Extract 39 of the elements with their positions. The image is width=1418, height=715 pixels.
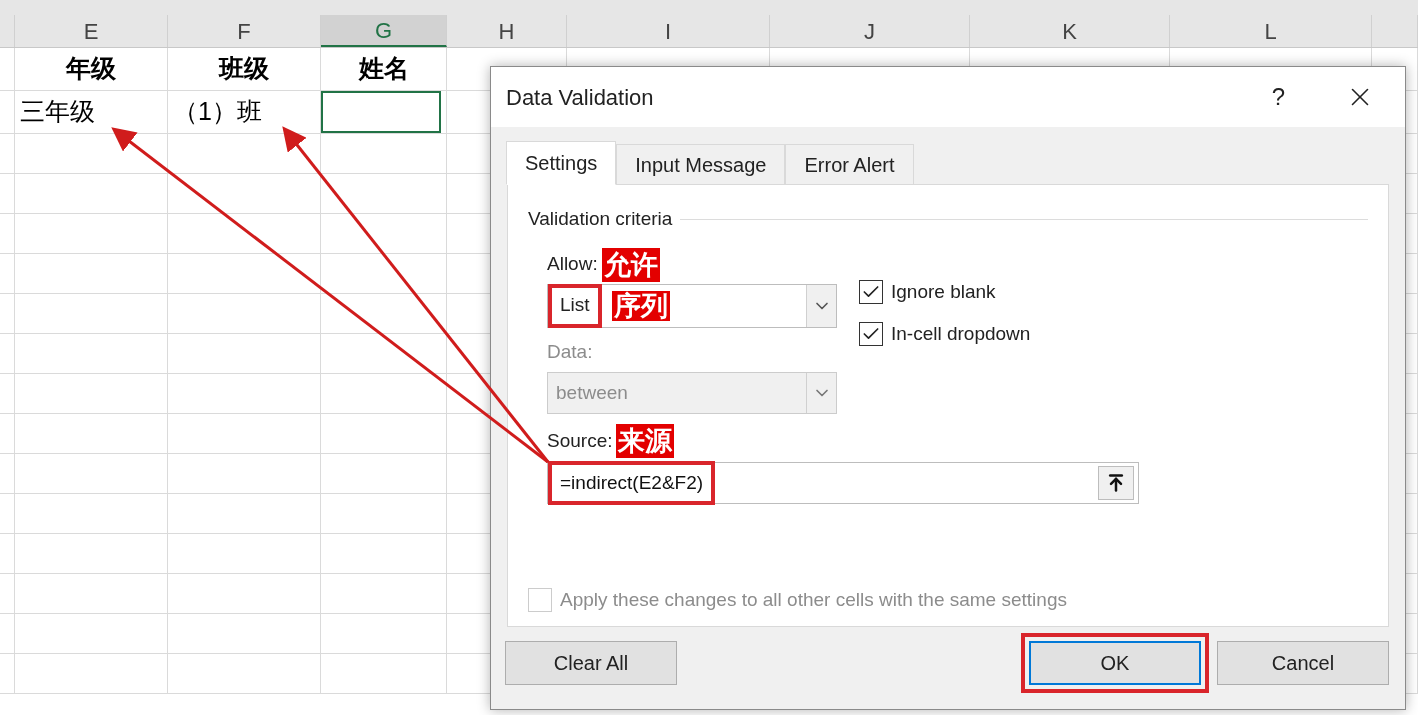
annotation-label: 允许 (601, 247, 660, 282)
tab[interactable]: Settings (506, 141, 617, 185)
tab[interactable]: Input Message (616, 144, 786, 184)
active-cell[interactable] (321, 91, 441, 133)
column-header[interactable]: K (1062, 14, 1077, 48)
column-header[interactable]: G (374, 13, 393, 47)
dialog-button[interactable]: Cancel (1217, 641, 1389, 685)
checkbox-label[interactable]: In-cell dropdown (891, 320, 1031, 349)
table-cell-text: 班级 (219, 53, 269, 85)
column-header[interactable]: I (664, 14, 672, 48)
column-header[interactable]: J (864, 14, 875, 48)
field-label: Allow: (547, 252, 598, 277)
help-button[interactable]: ? (1271, 79, 1285, 115)
dialog-button[interactable]: OK (1029, 641, 1201, 685)
upload-icon[interactable] (1098, 466, 1134, 500)
field-label: Source: (547, 428, 613, 453)
column-header[interactable]: L (1264, 14, 1277, 48)
window-title: Data Validation (506, 83, 654, 112)
dropdown-value: List (548, 283, 602, 328)
annotation-label: 来源 (616, 424, 675, 458)
source-field[interactable]: =indirect(E2&F2) (547, 462, 1139, 504)
checkbox-label[interactable]: Ignore blank (891, 277, 996, 306)
table-cell-text: 年级 (66, 53, 116, 85)
table-cell-text: （1）班 (173, 96, 262, 128)
section-title: Validation criteria (528, 207, 673, 231)
column-header[interactable]: F (237, 14, 251, 48)
field-label: Data: (547, 339, 594, 364)
column-header[interactable]: H (498, 14, 515, 48)
column-header[interactable]: E (83, 14, 99, 48)
table-cell-text: 姓名 (358, 53, 409, 85)
checkbox[interactable] (859, 322, 883, 347)
field-value: =indirect(E2&F2) (548, 461, 716, 505)
dropdown-value: between (555, 380, 629, 405)
dialog-button[interactable]: Clear All (505, 641, 677, 685)
table-cell-text: 三年级 (20, 96, 95, 128)
tab[interactable]: Error Alert (785, 144, 914, 184)
checkbox[interactable] (859, 279, 883, 304)
annotation-label: 序列 (611, 290, 670, 321)
allow-dropdown[interactable]: List 序列 (547, 283, 837, 328)
